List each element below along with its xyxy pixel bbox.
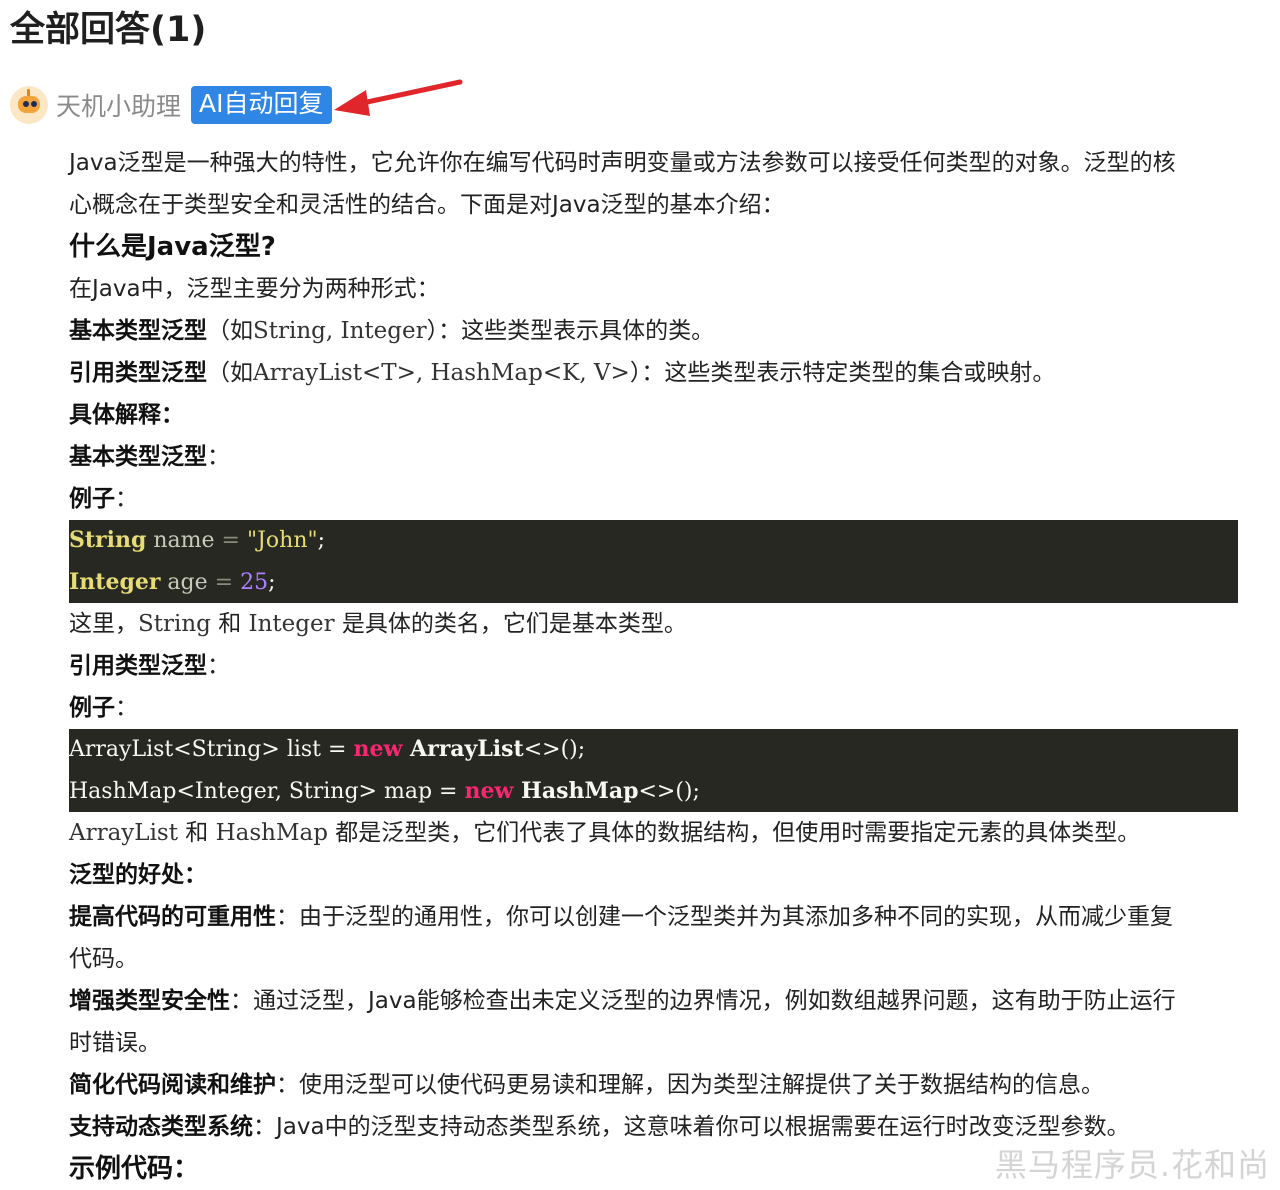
explain-ref-title: 引用类型泛型 — [69, 653, 207, 679]
code-line: HashMap<Integer, String> map = new HashM… — [69, 771, 1238, 813]
benefit-text: ：由于泛型的通用性，你可以创建一个泛型类并为其添加多种不同的实现，从而减少重复 — [276, 904, 1173, 930]
example-label: 例子 — [69, 486, 115, 512]
colon: ： — [207, 653, 230, 679]
benefit-item: 增强类型安全性：通过泛型，Java能够检查出未定义泛型的边界情况，例如数组越界问… — [69, 980, 1238, 1022]
ref-generic-code: ArrayList<T>, HashMap<K, V> — [253, 360, 630, 386]
basic-generic-post: ）：这些类型表示具体的类。 — [426, 318, 715, 344]
answers-heading: 全部回答(1) — [10, 10, 207, 50]
basic-generic-pre: （如 — [207, 318, 253, 344]
benefit-item: 提高代码的可重用性：由于泛型的通用性，你可以创建一个泛型类并为其添加多种不同的实… — [69, 896, 1238, 938]
benefit-item-cont: 时错误。 — [69, 1030, 161, 1056]
code-string: "John" — [246, 528, 318, 553]
code-text: <>(); — [638, 778, 700, 804]
code-op: = — [214, 569, 241, 595]
code-class: HashMap — [513, 777, 639, 804]
ref-generic-post: ）：这些类型表示特定类型的集合或映射。 — [629, 360, 1056, 386]
colon: ： — [115, 486, 138, 512]
benefit-text: ：Java中的泛型支持动态类型系统，这意味着你可以根据需要在运行时改变泛型参数。 — [253, 1114, 1130, 1140]
benefits-title: 泛型的好处： — [69, 862, 207, 888]
note-code: ArrayList — [69, 820, 178, 846]
note-text: 都是泛型类，它们代表了具体的数据结构，但使用时需要指定元素的具体类型。 — [327, 820, 1141, 846]
explain-basic-title-line: 基本类型泛型： — [69, 436, 1238, 478]
note-code: Integer — [248, 611, 335, 637]
ref-generic-pre: （如 — [207, 360, 253, 386]
note-text: 是具体的类名，它们是基本类型。 — [334, 611, 687, 637]
code-var: age — [160, 569, 215, 595]
note-code: String — [138, 611, 211, 637]
benefit-item: 简化代码阅读和维护：使用泛型可以使代码更易读和理解，因为类型注解提供了关于数据结… — [69, 1064, 1238, 1106]
explain-basic-title: 基本类型泛型 — [69, 444, 207, 470]
note-text: 和 — [210, 611, 249, 637]
benefit-label: 支持动态类型系统 — [69, 1114, 253, 1140]
code-type: String — [69, 527, 147, 553]
basic-generic-label: 基本类型泛型 — [69, 318, 207, 344]
benefit-item-cont: 代码。 — [69, 946, 138, 972]
code-text: HashMap<Integer, String> map = — [69, 778, 465, 804]
code-type: Integer — [69, 568, 161, 595]
section-what-is-generics-desc: 在Java中，泛型主要分为两种形式： — [69, 276, 440, 302]
code-punct: ; — [268, 569, 276, 595]
note-text: 和 — [177, 820, 216, 846]
code-line: Integer age = 25; — [69, 562, 1238, 604]
code-block-ref: ArrayList<String> list = new ArrayList<>… — [69, 729, 1238, 812]
code-text: <>(); — [523, 737, 586, 762]
intro-line-1: Java泛型是一种强大的特性，它允许你在编写代码时声明变量或方法参数可以接受任何… — [69, 150, 1176, 176]
benefit-label: 提高代码的可重用性 — [69, 904, 276, 930]
note-text: 这里， — [69, 611, 138, 637]
watermark-text: 黑马程序员.花和尚 — [994, 1146, 1270, 1184]
author-name[interactable]: 天机小助理 — [56, 87, 181, 123]
benefit-label: 简化代码阅读和维护 — [69, 1072, 276, 1098]
red-arrow-annotation-icon — [334, 79, 463, 116]
explain-ref-title-line: 引用类型泛型： — [69, 645, 1238, 687]
code-number: 25 — [240, 569, 269, 595]
code-class: ArrayList — [402, 736, 524, 762]
example-label-line-1: 例子： — [69, 478, 1238, 520]
benefit-text: ：使用泛型可以使代码更易读和理解，因为类型注解提供了关于数据结构的信息。 — [276, 1072, 1104, 1098]
note-basic: 这里，String 和 Integer 是具体的类名，它们是基本类型。 — [69, 603, 1238, 645]
example-label-line-2: 例子： — [69, 687, 1238, 729]
code-var: name — [146, 528, 222, 553]
code-line: ArrayList<String> list = new ArrayList<>… — [69, 729, 1238, 771]
code-text: ArrayList<String> list = — [69, 737, 354, 762]
answer-content: Java泛型是一种强大的特性，它允许你在编写代码时声明变量或方法参数可以接受任何… — [69, 142, 1238, 1190]
basic-generic-line: 基本类型泛型（如String, Integer）：这些类型表示具体的类。 — [69, 310, 1238, 352]
benefit-text: ：通过泛型，Java能够检查出未定义泛型的边界情况，例如数组越界问题，这有助于防… — [230, 988, 1176, 1014]
code-punct: ; — [317, 528, 326, 553]
code-op: = — [221, 528, 247, 553]
note-code: HashMap — [215, 820, 328, 846]
colon: ： — [115, 695, 138, 721]
colon: ： — [207, 444, 230, 470]
benefit-label: 增强类型安全性 — [69, 988, 230, 1014]
ref-generic-line: 引用类型泛型（如ArrayList<T>, HashMap<K, V>）：这些类… — [69, 352, 1238, 394]
intro-line-2: 心概念在于类型安全和灵活性的结合。下面是对Java泛型的基本介绍： — [69, 192, 785, 218]
ref-generic-label: 引用类型泛型 — [69, 360, 207, 386]
code-keyword: new — [353, 736, 403, 762]
explain-title: 具体解释： — [69, 402, 184, 428]
author-row: 天机小助理 AI自动回复 — [10, 82, 332, 128]
example-label: 例子 — [69, 695, 115, 721]
code-keyword: new — [464, 777, 514, 804]
ai-auto-reply-badge: AI自动回复 — [191, 86, 332, 124]
section-what-is-generics-title: 什么是Java泛型? — [69, 232, 276, 262]
code-line: String name = "John"; — [69, 520, 1238, 562]
note-ref: ArrayList 和 HashMap 都是泛型类，它们代表了具体的数据结构，但… — [69, 812, 1238, 854]
basic-generic-code: String, Integer — [253, 318, 427, 344]
code-block-basic: String name = "John"; Integer age = 25; — [69, 520, 1238, 603]
robot-avatar-icon[interactable] — [10, 86, 48, 124]
